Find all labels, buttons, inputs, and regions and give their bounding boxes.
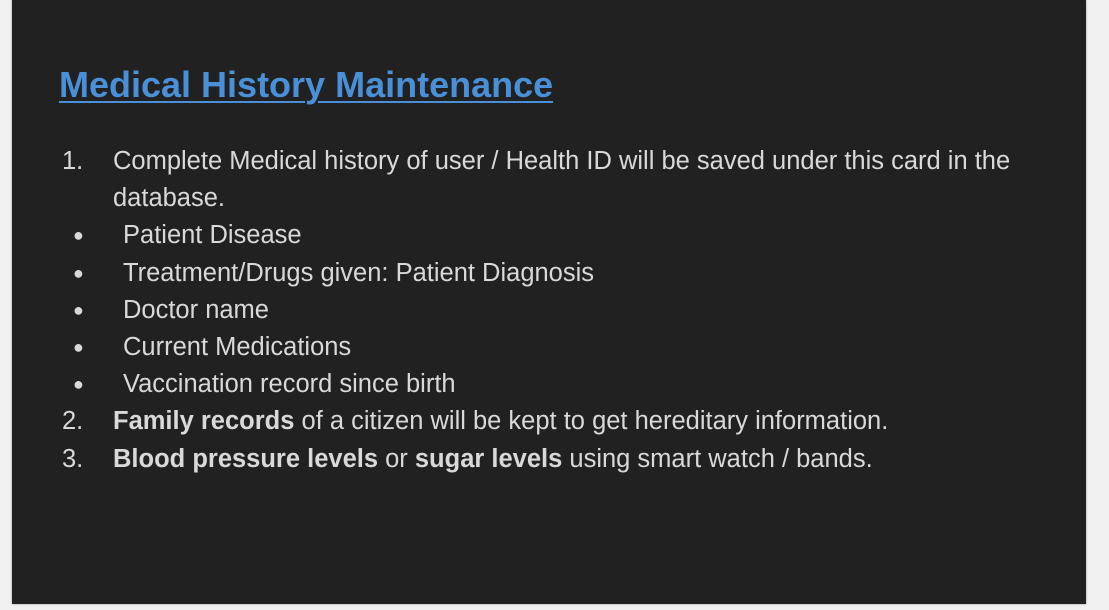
list-number: 3. xyxy=(62,444,84,473)
bullet-icon: ● xyxy=(73,225,84,246)
list-item-3: 3. Blood pressure levels or sugar levels… xyxy=(62,441,1042,478)
bold-text: Blood pressure levels xyxy=(113,444,379,473)
sub-item-text: Doctor name xyxy=(123,295,269,324)
bold-text: sugar levels xyxy=(414,444,563,473)
sub-item-patient-disease: ● Patient Disease xyxy=(11,217,1042,254)
sub-item-vaccination: ● Vaccination record since birth xyxy=(11,366,1042,403)
sub-item-doctor-name: ● Doctor name xyxy=(11,292,1042,329)
list-item-text: using smart watch / bands. xyxy=(562,444,873,473)
bold-text: Family records xyxy=(113,407,295,436)
slide: Medical History Maintenance 1. Complete … xyxy=(12,0,1086,604)
bullet-icon: ● xyxy=(73,299,84,320)
list-item-1: 1. Complete Medical history of user / He… xyxy=(62,143,1042,217)
sub-item-text: Vaccination record since birth xyxy=(123,370,456,399)
sub-item-text: Treatment/Drugs given: Patient Diagnosis xyxy=(123,258,595,287)
numbered-list: 1. Complete Medical history of user / He… xyxy=(62,143,1042,478)
list-item-text: or xyxy=(378,444,415,473)
sub-item-treatment: ● Treatment/Drugs given: Patient Diagnos… xyxy=(11,255,1042,292)
list-item-text: Complete Medical history of user / Healt… xyxy=(113,147,1011,213)
list-item-2: 2. Family records of a citizen will be k… xyxy=(62,403,1042,440)
sub-item-text: Patient Disease xyxy=(123,221,302,250)
list-number: 1. xyxy=(62,147,84,175)
list-item-text: of a citizen will be kept to get heredit… xyxy=(294,407,889,436)
list-number: 2. xyxy=(62,407,84,436)
sub-item-text: Current Medications xyxy=(123,333,352,362)
sub-item-current-medications: ● Current Medications xyxy=(11,329,1042,366)
bullet-icon: ● xyxy=(73,262,84,283)
slide-title: Medical History Maintenance xyxy=(59,64,554,105)
bullet-icon: ● xyxy=(73,337,84,358)
bullet-icon: ● xyxy=(73,374,84,395)
